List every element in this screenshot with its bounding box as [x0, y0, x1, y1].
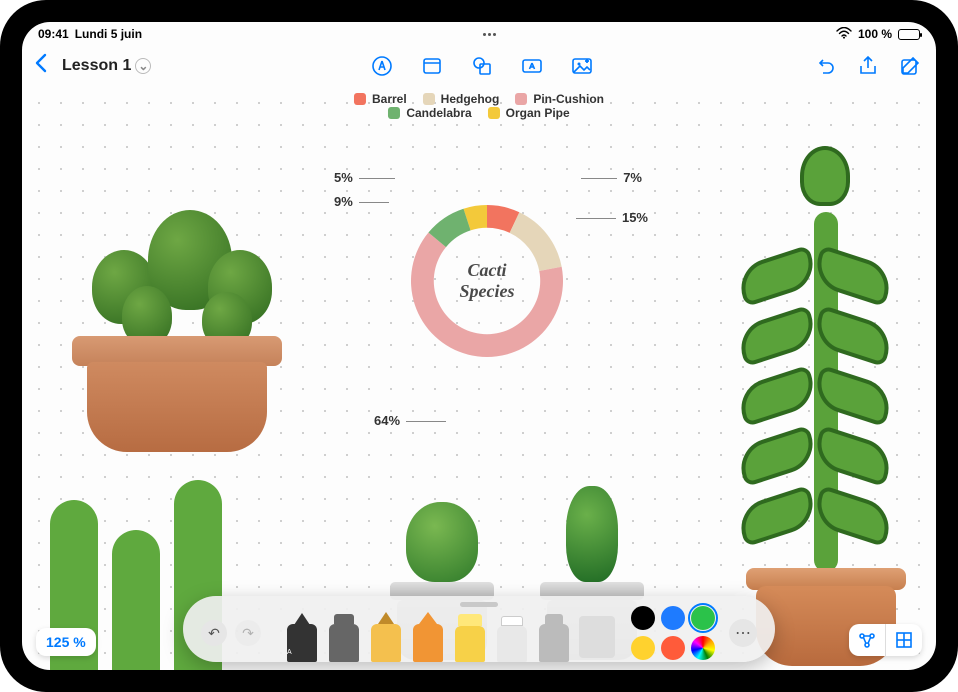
lasso-tool[interactable]	[539, 606, 569, 662]
text-box-button[interactable]	[518, 52, 546, 80]
ruler-tool[interactable]	[579, 616, 615, 658]
legend-item-organ-pipe: Organ Pipe	[488, 106, 570, 120]
pencil-tool[interactable]	[371, 606, 401, 662]
zoom-level-label: 125 %	[46, 634, 86, 650]
freeform-canvas[interactable]: Barrel Hedgehog Pin-Cushion Candelabra O…	[22, 86, 936, 670]
crayon-tool[interactable]	[413, 606, 443, 662]
pct-label-15: 15%	[576, 210, 648, 225]
color-swatch-3[interactable]	[631, 636, 655, 660]
chart-legend: Barrel Hedgehog Pin-Cushion Candelabra O…	[354, 92, 604, 120]
back-button[interactable]	[34, 53, 48, 79]
color-picker-button[interactable]	[691, 636, 715, 660]
undo-button[interactable]	[812, 52, 840, 80]
more-options-button[interactable]: ⋯	[729, 619, 757, 647]
donut-chart[interactable]: Cacti Species 5% 9% 7% 15% 64%	[362, 166, 612, 416]
eraser-tool[interactable]	[497, 606, 527, 662]
chevron-down-icon: ⌄	[135, 58, 151, 74]
legend-item-pin-cushion: Pin-Cushion	[515, 92, 604, 106]
color-swatch-2[interactable]	[691, 606, 715, 630]
view-options-group	[849, 624, 922, 656]
media-button[interactable]	[568, 52, 596, 80]
collaboration-cursor-button[interactable]	[849, 624, 885, 656]
drawing-toolbar[interactable]: ↶ ↷ A ⋯	[183, 596, 775, 662]
drawing-column-cactus-2[interactable]	[112, 530, 160, 670]
color-palette	[631, 606, 715, 660]
draw-redo-button[interactable]: ↷	[235, 620, 261, 646]
shapes-button[interactable]	[468, 52, 496, 80]
wifi-icon	[836, 27, 852, 42]
color-swatch-0[interactable]	[631, 606, 655, 630]
pct-label-7: 7%	[581, 170, 642, 185]
zoom-level-button[interactable]: 125 %	[36, 628, 96, 656]
sticky-note-button[interactable]	[418, 52, 446, 80]
status-bar: 09:41 Lundi 5 juin 100 %	[22, 22, 936, 46]
color-swatch-1[interactable]	[661, 606, 685, 630]
legend-item-hedgehog: Hedgehog	[423, 92, 500, 106]
drawing-succulent[interactable]	[686, 126, 906, 666]
ipad-frame: 09:41 Lundi 5 juin 100 % Lesson	[0, 0, 958, 692]
pct-label-64: 64%	[374, 413, 446, 428]
multitask-handle-icon[interactable]	[483, 33, 496, 36]
legend-item-candelabra: Candelabra	[388, 106, 471, 120]
battery-pct: 100 %	[858, 27, 892, 41]
monoline-tool[interactable]	[329, 606, 359, 662]
battery-icon	[898, 29, 920, 40]
chart-title: Cacti Species	[440, 260, 535, 302]
screen: 09:41 Lundi 5 juin 100 % Lesson	[22, 22, 936, 670]
pen-tool[interactable]: A	[287, 606, 317, 662]
app-toolbar: Lesson 1 ⌄	[22, 46, 936, 86]
image-barrel-cactus[interactable]	[52, 156, 302, 456]
board-title-label: Lesson 1	[62, 57, 131, 75]
status-date: Lundi 5 juin	[75, 27, 142, 41]
compose-button[interactable]	[896, 52, 924, 80]
pct-label-5: 5%	[334, 170, 395, 185]
draw-undo-button[interactable]: ↶	[201, 620, 227, 646]
grid-toggle-button[interactable]	[886, 624, 922, 656]
markup-tool-button[interactable]	[368, 52, 396, 80]
board-title-dropdown[interactable]: Lesson 1 ⌄	[62, 57, 151, 75]
status-time: 09:41	[38, 27, 69, 41]
legend-item-barrel: Barrel	[354, 92, 407, 106]
share-button[interactable]	[854, 52, 882, 80]
color-swatch-4[interactable]	[661, 636, 685, 660]
highlighter-tool[interactable]	[455, 606, 485, 662]
pct-label-9: 9%	[334, 194, 389, 209]
